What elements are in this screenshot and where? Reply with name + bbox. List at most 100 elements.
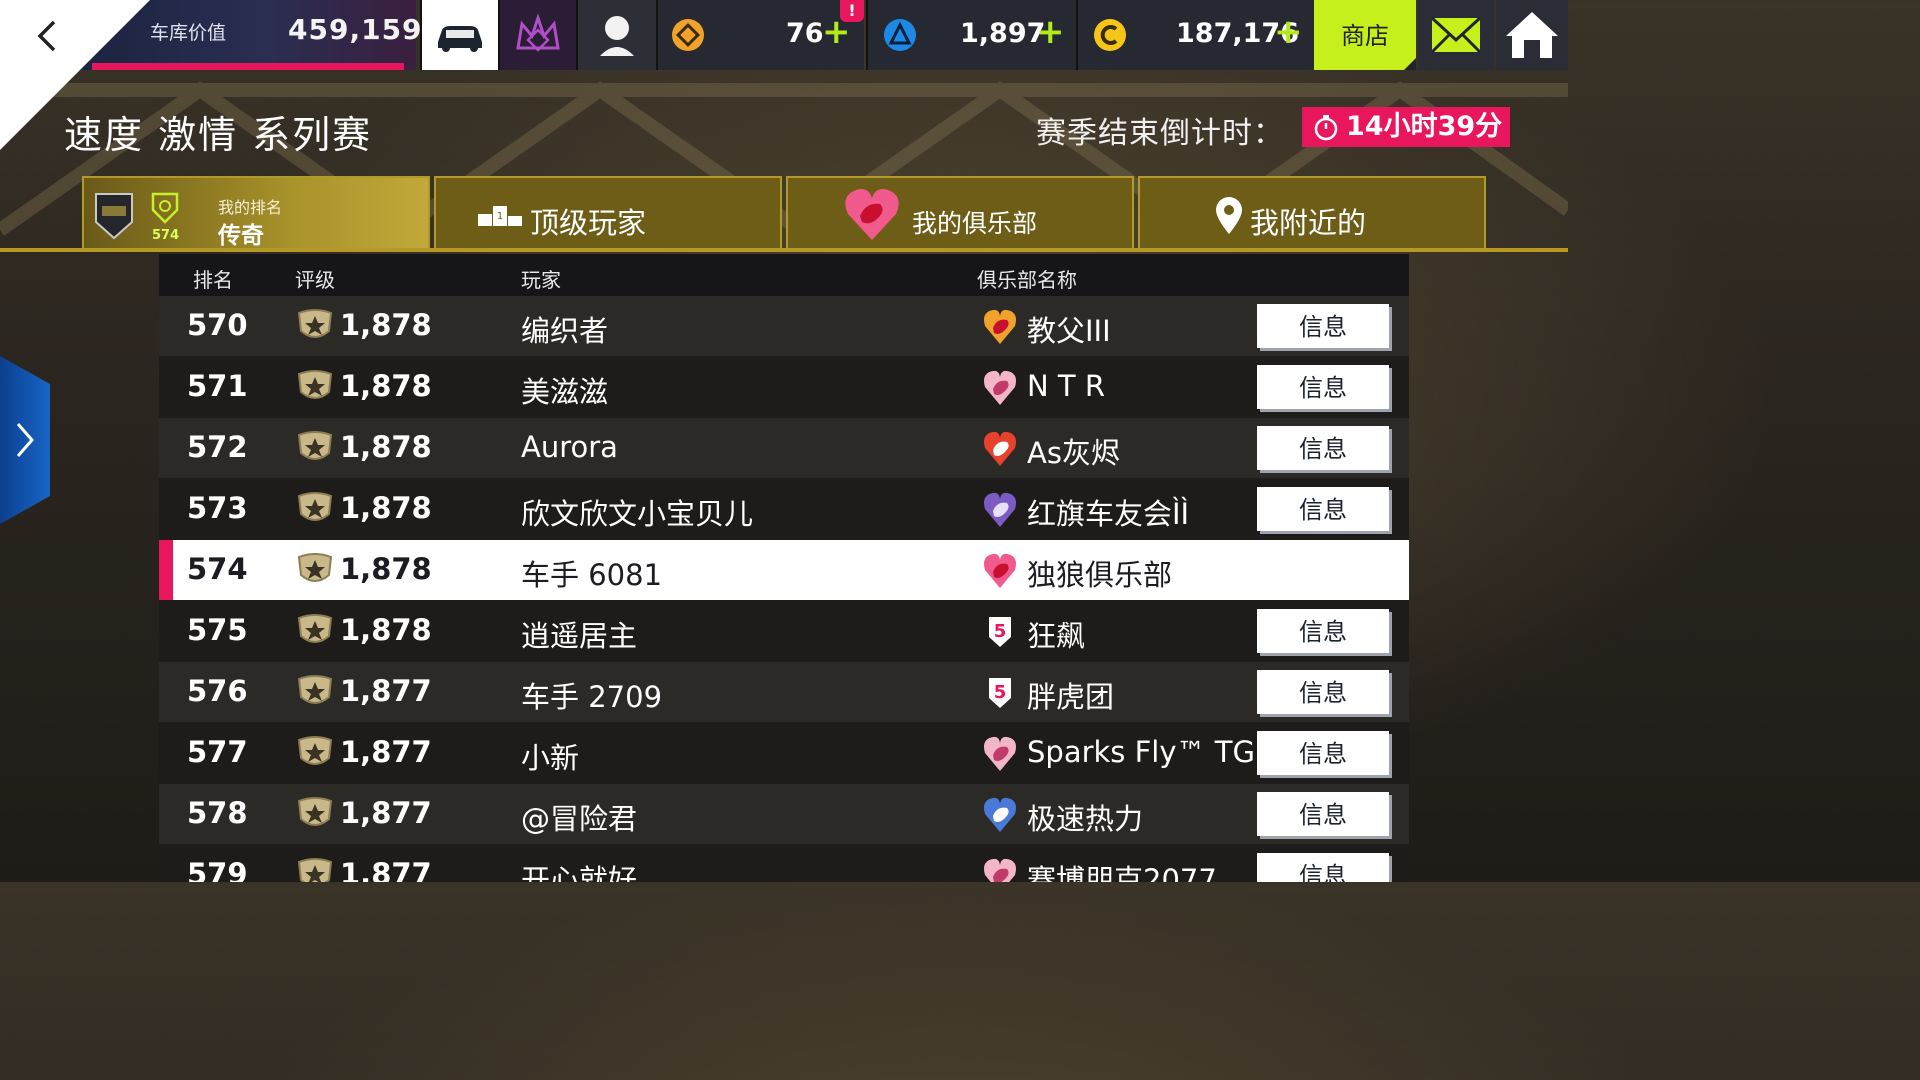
- info-button[interactable]: 信息: [1257, 487, 1389, 531]
- rank-cell: 577: [187, 735, 248, 769]
- profile-button[interactable]: [576, 0, 656, 70]
- table-row[interactable]: 570 1,878 编织者 教父III 信息: [159, 296, 1409, 356]
- wolf-badge-icon: [984, 736, 1016, 771]
- player-name-cell[interactable]: @冒险君: [521, 796, 637, 838]
- svg-text:5: 5: [994, 682, 1007, 703]
- podium-icon: 1: [478, 206, 522, 226]
- club-name-cell[interactable]: As灰烬: [1027, 430, 1120, 472]
- my-rank-tier: 传奇: [218, 223, 264, 249]
- club-name-cell[interactable]: 胖虎团: [1027, 674, 1114, 716]
- rating-shield-icon: [297, 675, 333, 704]
- fire-badge-icon: [984, 431, 1016, 466]
- player-name-cell[interactable]: 编织者: [521, 308, 608, 350]
- blueprint-resource[interactable]: 1,897 +: [866, 0, 1076, 70]
- tab-top-players[interactable]: 1 顶级玩家: [434, 176, 782, 250]
- car-icon: [438, 26, 482, 52]
- table-row[interactable]: 572 1,878 Aurora As灰烬 信息: [159, 418, 1409, 478]
- legend-tier-emblem-icon: [95, 193, 133, 240]
- player-name-cell[interactable]: 小新: [521, 735, 579, 777]
- player-name-cell[interactable]: 开心就好: [521, 857, 637, 882]
- shop-button[interactable]: 商店: [1314, 0, 1416, 70]
- info-button[interactable]: 信息: [1257, 365, 1389, 409]
- top-bar: 车库价值 459,159 76 + ! 1,897 + 187,176 + 商店: [0, 0, 1568, 150]
- token-resource[interactable]: 76 +: [656, 0, 864, 70]
- info-button[interactable]: 信息: [1257, 792, 1389, 836]
- season-countdown-value: 14小时39分: [1346, 111, 1503, 142]
- club-name-cell[interactable]: 极速热力: [1027, 796, 1143, 838]
- rank-cell: 575: [187, 613, 248, 647]
- leaderboard-table: 排名 评级 玩家 俱乐部名称 570 1,878 编织者 教父III 信息 571 1…: [159, 254, 1409, 882]
- location-pin-icon: [1216, 197, 1242, 234]
- table-row-current-player[interactable]: 574 1,878 车手 6081 独狼俱乐部: [159, 540, 1409, 600]
- rating-cell: 1,877: [340, 796, 432, 830]
- my-rank-number: 574: [152, 228, 180, 243]
- club-name-cell[interactable]: 狂飙: [1027, 613, 1085, 655]
- season-crown-button[interactable]: [498, 0, 576, 70]
- rank-cell: 576: [187, 674, 248, 708]
- column-header-rating: 评级: [295, 268, 335, 292]
- info-button[interactable]: 信息: [1257, 731, 1389, 775]
- player-name-cell[interactable]: 车手 6081: [521, 552, 662, 594]
- club-name-cell[interactable]: 独狼俱乐部: [1027, 552, 1172, 594]
- garage-value-label: 车库价值: [150, 22, 227, 44]
- table-row[interactable]: 577 1,877 小新 Sparks Fly™ TG 信息: [159, 723, 1409, 783]
- tab-nearby[interactable]: 我附近的: [1138, 176, 1486, 250]
- credits-icon: [1094, 19, 1126, 51]
- crown-icon: [516, 13, 560, 52]
- club-name-cell[interactable]: 红旗车友会ÌÌ: [1027, 491, 1189, 533]
- rating-shield-icon: [297, 309, 333, 338]
- column-header-player: 玩家: [521, 268, 561, 292]
- player-name-cell[interactable]: 逍遥居主: [521, 613, 637, 655]
- rating-cell: 1,878: [340, 369, 432, 403]
- table-row[interactable]: 571 1,878 美滋滋 N T R 信息: [159, 357, 1409, 417]
- table-row[interactable]: 579 1,877 开心就好 赛博朋克2077 信息: [159, 845, 1409, 882]
- tab-my-club[interactable]: 我的俱乐部: [786, 176, 1134, 250]
- garage-car-button[interactable]: [420, 0, 498, 70]
- table-row[interactable]: 576 1,877 车手 2709 5 胖虎团 信息: [159, 662, 1409, 722]
- credits-add-button[interactable]: +: [1274, 12, 1303, 52]
- rating-cell: 1,878: [340, 613, 432, 647]
- player-name-cell[interactable]: 美滋滋: [521, 369, 608, 411]
- token-alert-badge: !: [840, 0, 864, 22]
- club-name-cell[interactable]: 教父III: [1027, 308, 1111, 350]
- player-name-cell[interactable]: 车手 2709: [521, 674, 662, 716]
- info-button[interactable]: 信息: [1257, 670, 1389, 714]
- rank-cell: 578: [187, 796, 248, 830]
- info-button[interactable]: 信息: [1257, 609, 1389, 653]
- mail-button[interactable]: [1418, 0, 1494, 70]
- rating-cell: 1,878: [340, 308, 432, 342]
- credits-resource[interactable]: 187,176 +: [1076, 0, 1314, 70]
- table-row[interactable]: 573 1,878 欣文欣文小宝贝儿 红旗车友会ÌÌ 信息: [159, 479, 1409, 539]
- blueprint-add-button[interactable]: +: [1036, 12, 1065, 52]
- home-button[interactable]: [1496, 0, 1568, 70]
- dragon-heart-badge-icon: [845, 189, 899, 240]
- blueprint-icon: [884, 19, 916, 51]
- player-name-cell[interactable]: Aurora: [521, 430, 618, 464]
- tab-my-rank[interactable]: 574 我的排名 传奇: [82, 176, 430, 250]
- chevron-left-icon: [37, 20, 56, 52]
- current-player-marker: [159, 540, 173, 600]
- table-row[interactable]: 578 1,877 @冒险君 极速热力 信息: [159, 784, 1409, 844]
- rating-shield-icon: [297, 858, 333, 882]
- rank-cell: 574: [187, 552, 248, 586]
- rating-cell: 1,878: [340, 552, 432, 586]
- rating-shield-icon: [297, 736, 333, 765]
- rank-cell: 572: [187, 430, 248, 464]
- table-row[interactable]: 575 1,878 逍遥居主 5 狂飙 信息: [159, 601, 1409, 661]
- chevron-right-icon: [16, 423, 34, 457]
- garage-value: 459,159: [288, 13, 423, 46]
- club-name-cell[interactable]: 赛博朋克2077: [1027, 857, 1217, 882]
- rating-shield-icon: [297, 492, 333, 521]
- player-name-cell[interactable]: 欣文欣文小宝贝儿: [521, 491, 753, 533]
- rating-shield-icon: [297, 553, 333, 582]
- info-button[interactable]: 信息: [1257, 426, 1389, 470]
- club-name-cell[interactable]: N T R: [1027, 369, 1105, 403]
- info-button[interactable]: 信息: [1257, 853, 1389, 882]
- back-button[interactable]: [26, 14, 70, 58]
- club-name-cell[interactable]: Sparks Fly™ TG: [1027, 735, 1255, 769]
- info-button[interactable]: 信息: [1257, 304, 1389, 348]
- my-rank-caption: 我的排名: [218, 198, 283, 217]
- season-countdown-badge: 14小时39分: [1302, 107, 1510, 147]
- rating-shield-icon: [297, 431, 333, 460]
- side-drawer-toggle[interactable]: [0, 356, 50, 524]
